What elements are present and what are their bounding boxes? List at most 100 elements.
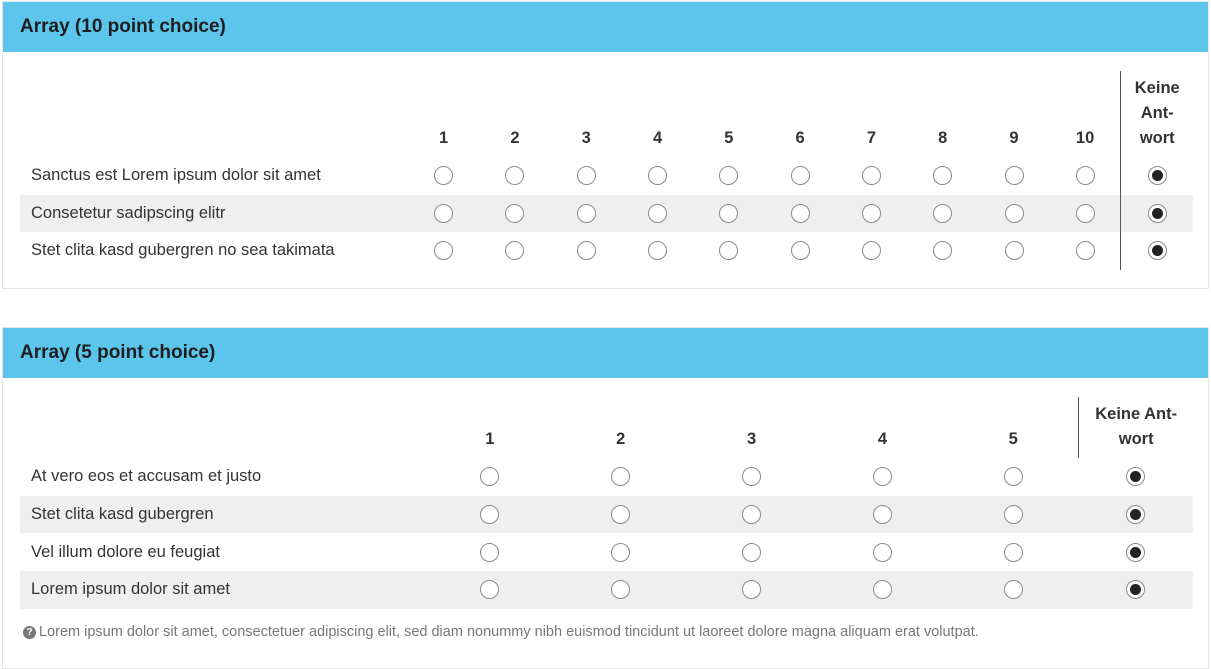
row-label: At vero eos et accusam et justo — [31, 467, 262, 486]
radio-no-answer[interactable] — [1147, 166, 1167, 186]
radio-no-answer[interactable] — [1147, 203, 1167, 223]
option-cell-2 — [479, 157, 550, 195]
radio-option-5[interactable] — [719, 203, 739, 223]
radio-option-3[interactable] — [742, 542, 762, 562]
radio-option-1[interactable] — [480, 467, 500, 487]
row-label: Sanctus est Lorem ipsum dolor sit amet — [31, 166, 321, 185]
radio-option-7[interactable] — [861, 203, 881, 223]
option-cell-9 — [978, 157, 1049, 195]
no-answer-line-2: wort — [1118, 430, 1154, 448]
option-cell-3 — [551, 232, 622, 270]
radio-no-answer[interactable] — [1126, 505, 1146, 525]
question-header: Array (5 point choice) — [3, 328, 1208, 378]
option-cell-4 — [621, 194, 694, 232]
column-header-5: 5 — [1008, 430, 1018, 448]
option-cell-3 — [686, 495, 818, 534]
option-cell-3 — [550, 194, 622, 232]
table-row: Stet clita kasd gubergren no sea takimat… — [20, 232, 1193, 270]
radio-option-4[interactable] — [648, 166, 668, 186]
option-cell-9 — [978, 194, 1050, 232]
row-label: Lorem ipsum dolor sit amet — [20, 571, 425, 609]
radio-option-3[interactable] — [742, 467, 762, 487]
radio-option-9[interactable] — [1004, 166, 1024, 186]
option-cell-4 — [817, 495, 948, 534]
radio-option-9[interactable] — [1004, 241, 1024, 261]
no-answer-line-2: Ant- — [1140, 104, 1174, 122]
radio-option-3[interactable] — [742, 505, 762, 525]
radio-option-2[interactable] — [505, 166, 525, 186]
radio-option-1[interactable] — [480, 505, 500, 525]
radio-option-4[interactable] — [873, 505, 893, 525]
radio-option-6[interactable] — [790, 166, 810, 186]
option-cell-1 — [408, 157, 479, 195]
radio-option-8[interactable] — [933, 203, 953, 223]
radio-no-answer[interactable] — [1147, 241, 1167, 261]
option-cell-2 — [555, 495, 687, 534]
radio-option-3[interactable] — [742, 580, 762, 600]
option-cell-no-answer — [1120, 157, 1193, 195]
radio-no-answer[interactable] — [1126, 467, 1146, 487]
radio-option-2[interactable] — [611, 505, 631, 525]
option-cell-3 — [551, 157, 622, 195]
radio-option-1[interactable] — [480, 580, 500, 600]
radio-option-2[interactable] — [505, 203, 525, 223]
option-cell-no-answer — [1079, 533, 1193, 571]
option-cell-10 — [1050, 232, 1121, 270]
radio-option-5[interactable] — [1003, 542, 1023, 562]
radio-option-6[interactable] — [790, 203, 810, 223]
option-cell-5 — [947, 495, 1079, 534]
table-row: Consetetur sadipscing elitr — [20, 194, 1193, 232]
radio-option-7[interactable] — [861, 241, 881, 261]
radio-no-answer[interactable] — [1126, 542, 1146, 562]
question-help: ? Lorem ipsum dolor sit amet, consectetue… — [23, 624, 979, 640]
radio-option-1[interactable] — [434, 166, 454, 186]
row-label: Vel illum dolore eu feugiat — [31, 542, 220, 561]
question-title: Array (5 point choice) — [20, 342, 216, 363]
radio-option-2[interactable] — [505, 241, 525, 261]
radio-option-4[interactable] — [873, 467, 893, 487]
radio-option-5[interactable] — [1003, 505, 1023, 525]
radio-option-3[interactable] — [576, 203, 596, 223]
column-header-8: 8 — [938, 129, 948, 147]
radio-option-2[interactable] — [611, 580, 631, 600]
radio-option-9[interactable] — [1004, 203, 1024, 223]
radio-option-3[interactable] — [576, 241, 596, 261]
radio-option-8[interactable] — [933, 241, 953, 261]
radio-option-8[interactable] — [933, 166, 953, 186]
radio-option-3[interactable] — [576, 166, 596, 186]
option-cell-7 — [836, 232, 907, 270]
no-answer-line-1: Keine — [1134, 79, 1180, 97]
radio-option-4[interactable] — [873, 580, 893, 600]
option-cell-10 — [1049, 194, 1121, 232]
radio-option-6[interactable] — [790, 241, 810, 261]
table-row: At vero eos et accusam et justo — [20, 458, 1193, 496]
table-row: Stet clita kasd gubergren — [20, 495, 1193, 534]
radio-option-5[interactable] — [719, 241, 739, 261]
radio-option-1[interactable] — [480, 542, 500, 562]
radio-option-10[interactable] — [1075, 241, 1095, 261]
radio-option-10[interactable] — [1075, 166, 1095, 186]
option-cell-2 — [555, 571, 687, 609]
radio-option-2[interactable] — [611, 467, 631, 487]
radio-option-5[interactable] — [1003, 467, 1023, 487]
radio-option-7[interactable] — [861, 166, 881, 186]
radio-option-4[interactable] — [648, 203, 668, 223]
option-cell-2 — [555, 458, 686, 496]
radio-no-answer[interactable] — [1126, 580, 1146, 600]
question-header: Array (10 point choice) — [3, 2, 1208, 52]
option-cell-4 — [817, 533, 948, 571]
column-header-1: 1 — [439, 129, 449, 147]
radio-option-1[interactable] — [434, 241, 454, 261]
radio-option-5[interactable] — [1003, 580, 1023, 600]
option-cell-7 — [835, 194, 908, 232]
radio-option-1[interactable] — [434, 203, 454, 223]
option-cell-2 — [479, 232, 550, 270]
option-cell-10 — [1050, 157, 1121, 195]
radio-option-2[interactable] — [611, 542, 631, 562]
radio-option-4[interactable] — [873, 542, 893, 562]
option-cell-5 — [693, 232, 764, 270]
column-header-6: 6 — [795, 129, 805, 147]
radio-option-5[interactable] — [719, 166, 739, 186]
radio-option-10[interactable] — [1075, 203, 1095, 223]
radio-option-4[interactable] — [648, 241, 668, 261]
